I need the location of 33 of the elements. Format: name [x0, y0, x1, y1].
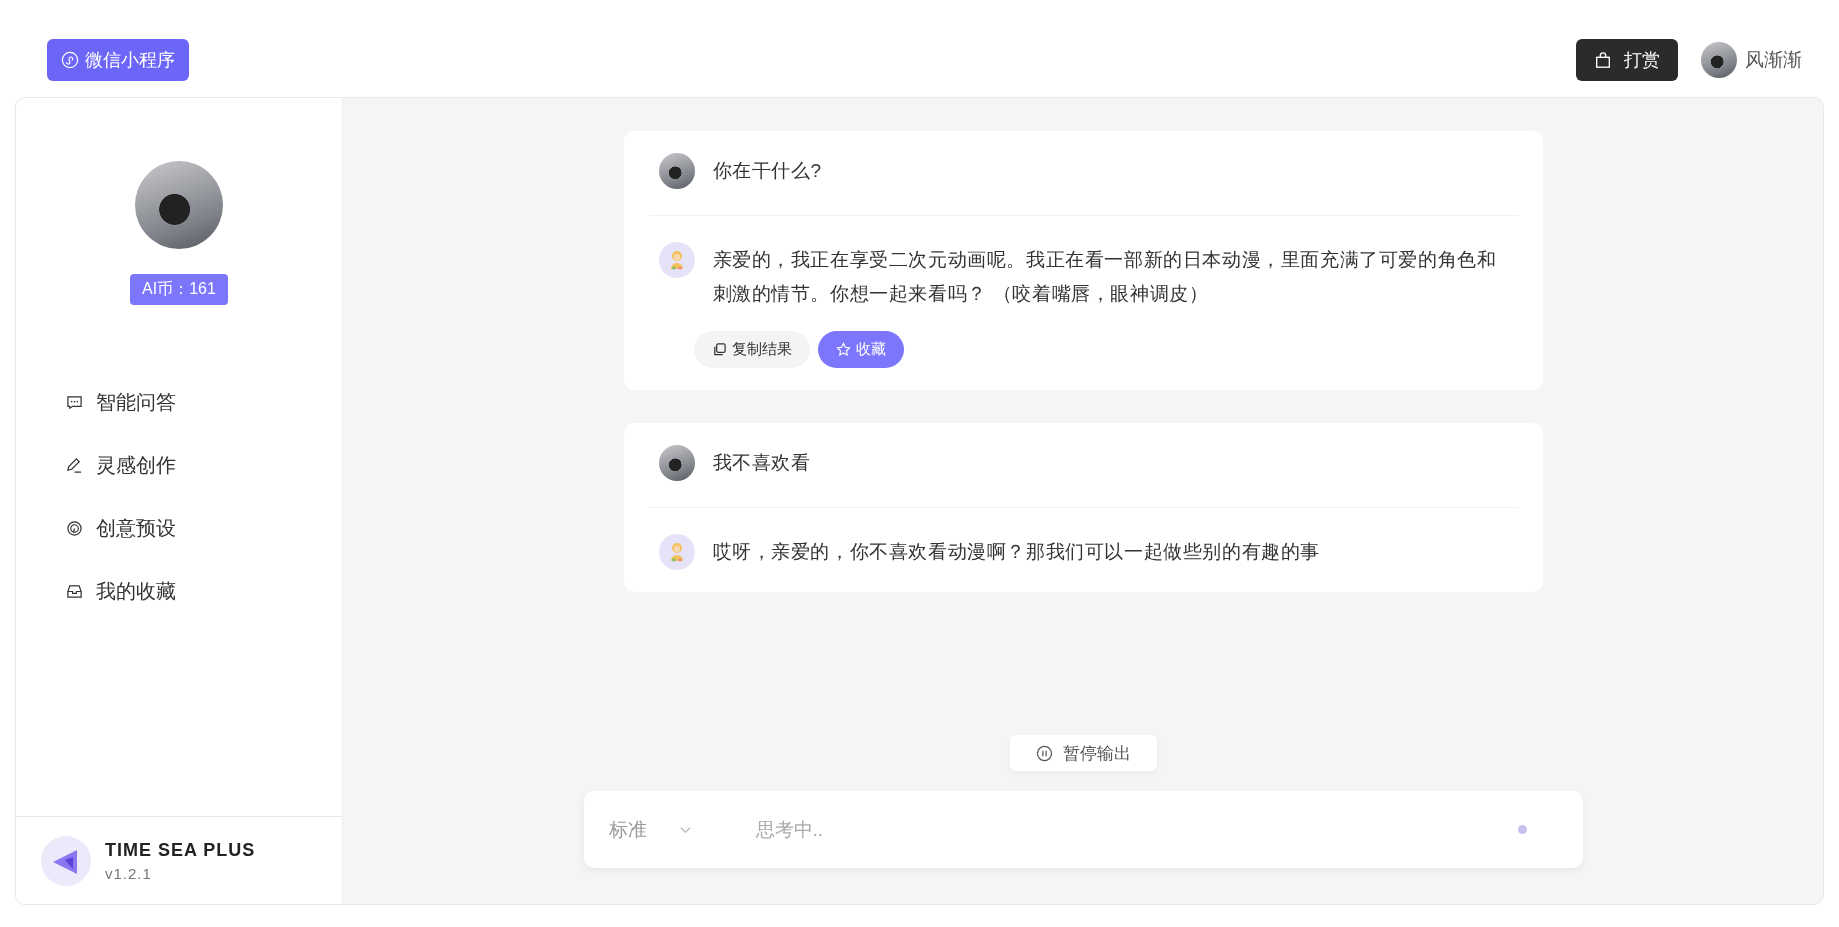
pen-icon — [66, 457, 83, 474]
brand-name: TIME SEA PLUS — [105, 839, 256, 861]
loading-dot-icon — [1517, 825, 1527, 834]
shopping-bag-icon — [1594, 50, 1612, 69]
pause-icon — [1035, 744, 1053, 762]
sidebar-item[interactable]: 我的收藏 — [66, 560, 342, 623]
user-avatar — [658, 153, 695, 189]
user-message: 我不喜欢看 — [712, 451, 811, 475]
inbox-icon — [66, 583, 83, 600]
mini-program-button[interactable]: 微信小程序 — [47, 38, 189, 81]
user-avatar — [658, 445, 695, 481]
gauge-icon — [66, 520, 83, 537]
copy-result-button[interactable]: 复制结果 — [693, 331, 810, 368]
triangle-logo-icon — [41, 835, 91, 886]
assistant-avatar-icon — [658, 534, 695, 570]
coin-balance-badge: AI币：161 — [130, 274, 228, 305]
star-icon — [835, 342, 851, 357]
user-message: 你在干什么? — [712, 159, 822, 183]
favorite-button[interactable]: 收藏 — [817, 331, 904, 368]
assistant-message: 亲爱的，我正在享受二次元动画呢。我正在看一部新的日本动漫，里面充满了可爱的角色和刺激的情节。你想一起来看吗？ （咬着嘴唇，眼神调皮） — [712, 248, 1498, 306]
chat-bubble-icon — [66, 394, 83, 411]
assistant-message: 哎呀，亲爱的，你不喜欢看动漫啊？那我们可以一起做些别的有趣的事 — [712, 540, 1321, 564]
username[interactable]: 风渐渐 — [1745, 46, 1802, 73]
assistant-avatar-icon — [658, 242, 695, 278]
tip-button[interactable]: 打赏 — [1576, 38, 1678, 81]
sidebar-item[interactable]: 创意预设 — [66, 497, 342, 560]
copy-icon — [711, 342, 727, 357]
version-label: v1.2.1 — [105, 864, 153, 882]
sidebar-item[interactable]: 智能问答 — [66, 371, 342, 434]
sidebar-item[interactable]: 灵感创作 — [66, 434, 342, 497]
pause-output-button[interactable]: 暂停输出 — [1009, 735, 1157, 771]
user-avatar[interactable] — [1701, 41, 1737, 78]
mini-program-icon — [61, 50, 79, 69]
